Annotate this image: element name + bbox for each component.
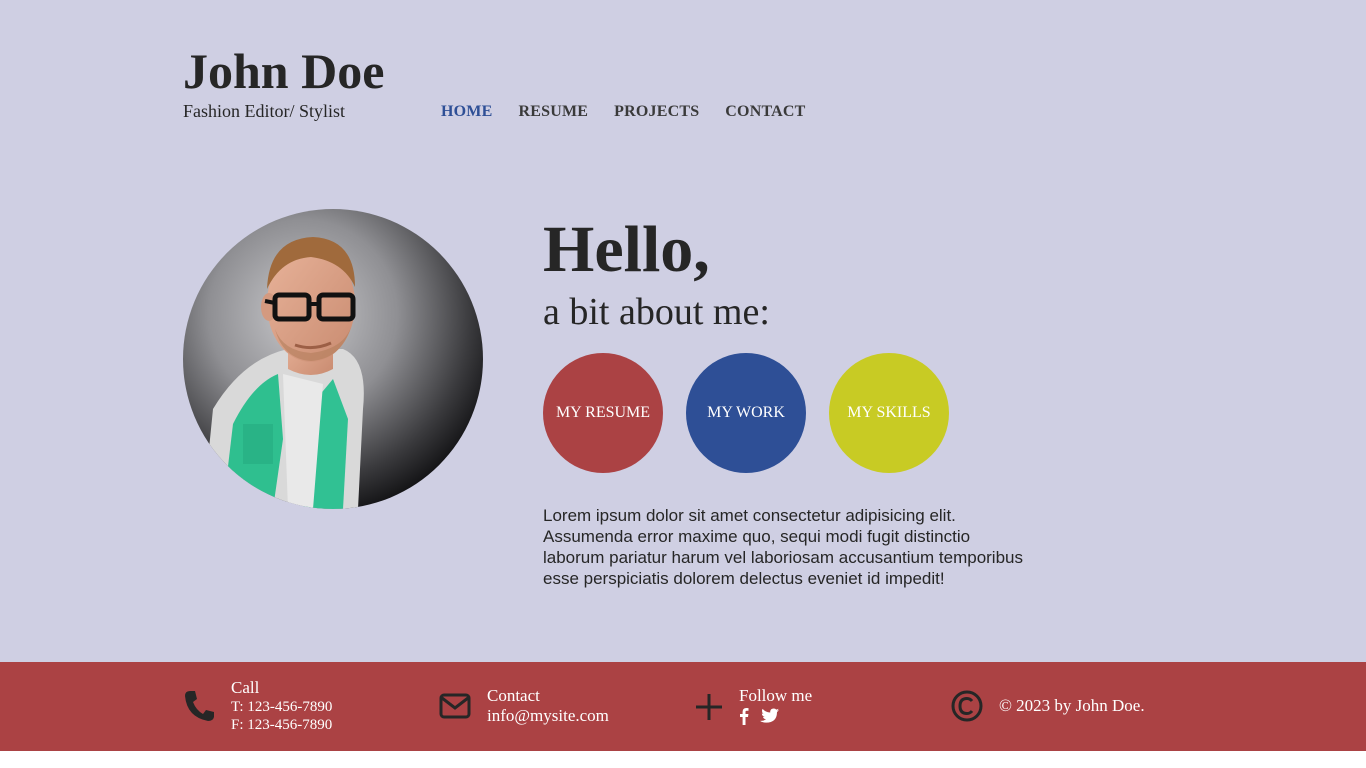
nav-home[interactable]: HOME <box>441 102 492 122</box>
nav-resume[interactable]: RESUME <box>518 102 588 122</box>
contact-title: Contact <box>487 686 540 705</box>
contact-email[interactable]: info@mysite.com <box>487 706 609 726</box>
twitter-icon[interactable] <box>759 708 779 725</box>
intro-line: Assumenda error maxime quo, sequi modi f… <box>543 527 971 546</box>
footer: Call T: 123-456-7890 F: 123-456-7890 Con… <box>0 662 1366 751</box>
hello-heading: Hello, <box>543 213 710 286</box>
footer-contact: Contact info@mysite.com <box>439 662 659 751</box>
social-links <box>739 707 812 725</box>
my-work-button[interactable]: MY WORK <box>686 353 806 473</box>
my-resume-button[interactable]: MY RESUME <box>543 353 663 473</box>
call-tel[interactable]: T: 123-456-7890 <box>231 698 332 716</box>
footer-follow: Follow me <box>695 662 915 751</box>
footer-copyright: © 2023 by John Doe. <box>951 662 1211 751</box>
intro-line: esse perspiciatis dolorem delectus eveni… <box>543 569 945 588</box>
call-title: Call <box>231 678 260 697</box>
about-subheading: a bit about me: <box>543 291 770 333</box>
nav-contact[interactable]: CONTACT <box>725 102 805 122</box>
section-buttons: MY RESUME MY WORK MY SKILLS <box>543 353 949 473</box>
envelope-icon <box>439 693 471 724</box>
site-title[interactable]: John Doe <box>183 42 384 100</box>
intro-line: Lorem ipsum dolor sit amet consectetur a… <box>543 506 956 525</box>
site-tagline: Fashion Editor/ Stylist <box>183 101 346 121</box>
follow-title: Follow me <box>739 686 813 705</box>
copyright-text: © 2023 by John Doe. <box>999 696 1145 715</box>
phone-icon <box>183 689 215 728</box>
my-skills-button[interactable]: MY SKILLS <box>829 353 949 473</box>
main-nav: HOME RESUME PROJECTS CONTACT <box>441 102 806 122</box>
footer-call: Call T: 123-456-7890 F: 123-456-7890 <box>183 662 403 751</box>
call-fax: F: 123-456-7890 <box>231 717 333 733</box>
plus-icon <box>695 693 723 726</box>
page: John Doe Fashion Editor/ Stylist HOME RE… <box>0 0 1366 662</box>
copyright-icon <box>951 690 983 727</box>
intro-paragraph: Lorem ipsum dolor sit amet consectetur a… <box>543 505 1053 589</box>
facebook-icon[interactable] <box>739 707 749 725</box>
profile-photo <box>183 209 483 509</box>
intro-line: laborum pariatur harum vel laboriosam ac… <box>543 548 1023 567</box>
nav-projects[interactable]: PROJECTS <box>614 102 699 122</box>
